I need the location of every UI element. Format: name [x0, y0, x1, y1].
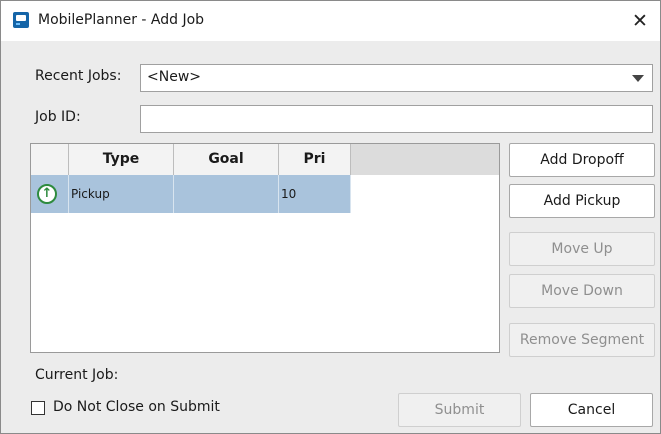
job-id-label: Job ID: — [35, 109, 81, 125]
cancel-button[interactable]: Cancel — [530, 393, 653, 427]
column-header-pri[interactable]: Pri — [279, 144, 351, 175]
do-not-close-label[interactable]: Do Not Close on Submit — [53, 399, 220, 415]
move-down-button[interactable]: Move Down — [509, 274, 655, 308]
current-job-label: Current Job: — [35, 367, 119, 383]
recent-jobs-dropdown[interactable]: <New> — [140, 64, 653, 92]
table-row[interactable]: ↑ Pickup 10 — [31, 175, 351, 213]
recent-jobs-label: Recent Jobs: — [35, 68, 122, 84]
do-not-close-checkbox[interactable] — [31, 401, 45, 415]
chevron-down-icon — [632, 75, 644, 82]
job-segments-table: Type Goal Pri ↑ Pickup 10 — [30, 143, 500, 353]
title-bar: MobilePlanner - Add Job ✕ — [1, 1, 660, 41]
green-up-arrow-icon: ↑ — [37, 184, 57, 204]
submit-button[interactable]: Submit — [398, 393, 521, 427]
row-type-cell: Pickup — [69, 175, 174, 213]
close-icon[interactable]: ✕ — [620, 1, 660, 41]
row-status-cell: ↑ — [31, 175, 69, 213]
column-header-type[interactable]: Type — [69, 144, 174, 175]
add-pickup-button[interactable]: Add Pickup — [509, 184, 655, 218]
window-title: MobilePlanner - Add Job — [38, 12, 205, 28]
add-dropoff-button[interactable]: Add Dropoff — [509, 143, 655, 177]
mobileplanner-app-icon — [13, 12, 29, 28]
remove-segment-button[interactable]: Remove Segment — [509, 323, 655, 357]
column-header-goal[interactable]: Goal — [174, 144, 279, 175]
table-header: Type Goal Pri — [31, 144, 499, 175]
add-job-dialog: MobilePlanner - Add Job ✕ Recent Jobs: <… — [0, 0, 661, 434]
job-id-input[interactable] — [140, 105, 653, 133]
row-pri-cell: 10 — [279, 175, 351, 213]
move-up-button[interactable]: Move Up — [509, 232, 655, 266]
recent-jobs-value: <New> — [147, 69, 201, 85]
row-goal-cell — [174, 175, 279, 213]
column-header-icon[interactable] — [31, 144, 69, 175]
